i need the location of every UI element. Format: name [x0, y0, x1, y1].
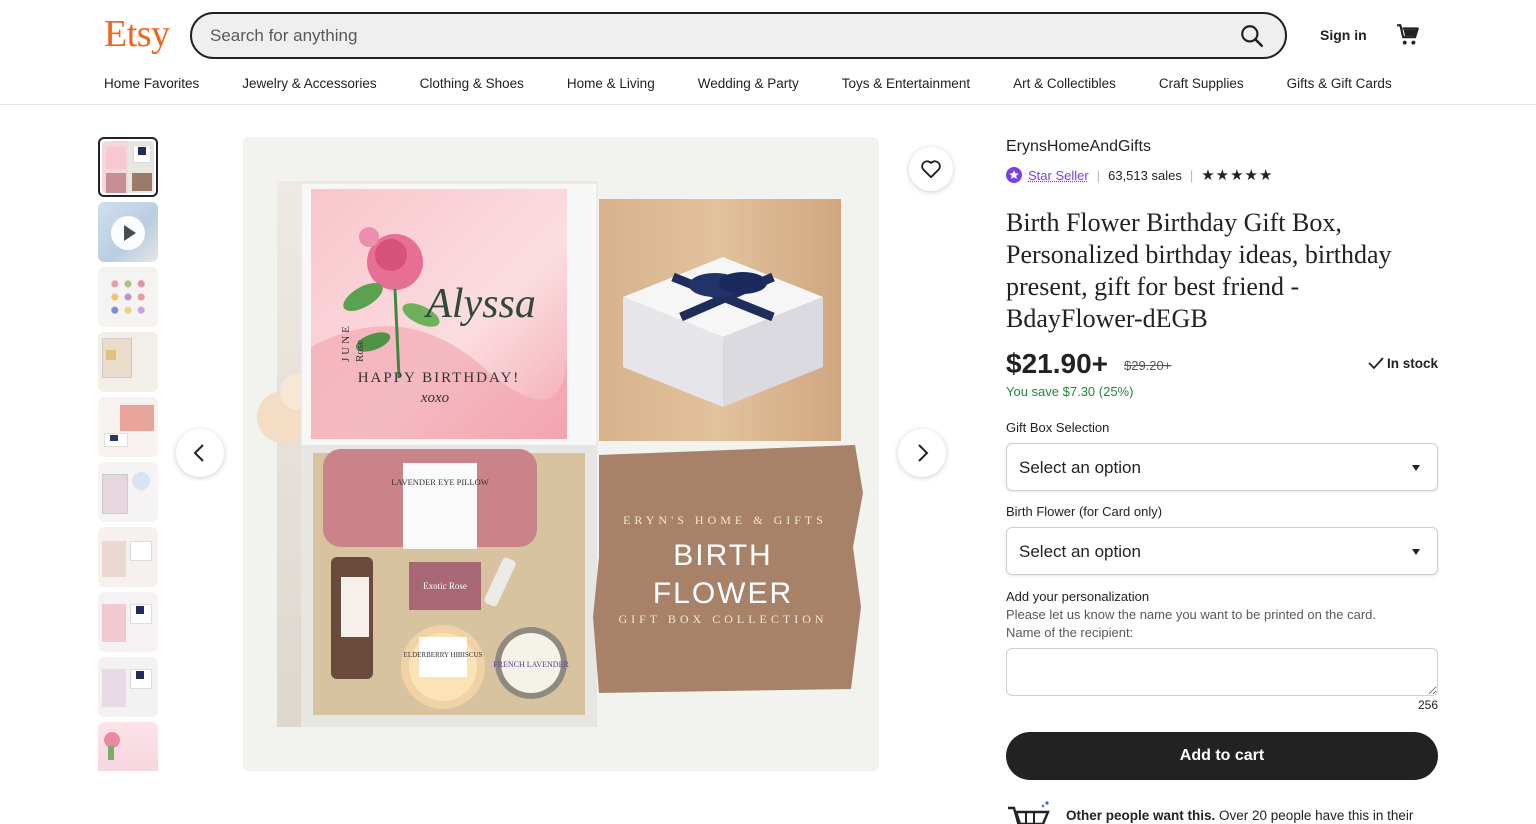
nav-gifts-gift-cards[interactable]: Gifts & Gift Cards [1287, 76, 1392, 96]
soap-label-text: Exotic Rose [423, 581, 467, 591]
gift-box-select-value: Select an option [1019, 458, 1141, 477]
listing-details: ErynsHomeAndGifts Star Seller | 63,513 s… [1006, 138, 1438, 824]
option1-label: Gift Box Selection [1006, 420, 1110, 435]
cart-icon[interactable] [1395, 22, 1421, 48]
etsy-logo[interactable]: Etsy [104, 12, 170, 56]
nav-home-living[interactable]: Home & Living [567, 76, 655, 96]
star-seller-badge-icon [1006, 167, 1022, 183]
headline-flower-text: FLOWER [653, 577, 793, 610]
chevron-left-icon [193, 444, 204, 462]
stock-text: In stock [1386, 356, 1438, 371]
thumbnail-8[interactable] [98, 592, 158, 652]
star-seller-link[interactable]: Star Seller [1028, 168, 1089, 183]
main-listing-image: Alyssa JUNE Rose HAPPY BIRTHDAY! xoxo LA… [243, 137, 879, 771]
birth-flower-select-value: Select an option [1019, 542, 1141, 561]
thumbnail-4[interactable] [98, 332, 158, 392]
demand-notice: Other people want this. Over 20 people h… [1066, 808, 1413, 823]
birth-flower-select[interactable]: Select an option [1006, 527, 1438, 575]
card-flower-text: Rose [354, 340, 366, 362]
search-icon[interactable] [1239, 23, 1265, 49]
favorite-button[interactable] [909, 147, 953, 191]
prev-image-button[interactable] [176, 429, 224, 477]
nav-home-favorites[interactable]: Home Favorites [104, 76, 199, 96]
thumbnail-10[interactable] [98, 722, 158, 771]
caret-down-icon [1412, 549, 1420, 555]
brand-line-text: ERYN'S HOME & GIFTS [623, 513, 827, 527]
stock-status: In stock [1367, 356, 1438, 371]
product-photo: Alyssa JUNE Rose HAPPY BIRTHDAY! xoxo LA… [243, 137, 879, 771]
character-count: 256 [1417, 698, 1438, 712]
personalization-label: Add your personalization [1006, 589, 1150, 604]
shopping-basket-icon [1008, 801, 1050, 824]
option2-label: Birth Flower (for Card only) [1006, 504, 1163, 519]
chevron-right-icon [918, 444, 929, 462]
site-header: Etsy Sign in Home Favorites Jewelry & Ac… [0, 0, 1536, 105]
card-sign-text: xoxo [420, 390, 450, 406]
thumbnail-6[interactable] [98, 462, 158, 522]
divider: | [1096, 167, 1101, 183]
demand-notice-bold: Other people want this. [1066, 808, 1216, 823]
divider: | [1189, 167, 1194, 183]
category-nav: Home Favorites Jewelry & Accessories Clo… [104, 76, 1392, 96]
search-input[interactable] [210, 24, 1210, 48]
nav-wedding-party[interactable]: Wedding & Party [698, 76, 799, 96]
add-to-cart-button[interactable]: Add to cart [1006, 732, 1438, 780]
card-month-text: JUNE [340, 323, 352, 362]
thumbnail-video[interactable] [98, 202, 158, 262]
personalization-input[interactable] [1006, 648, 1438, 696]
current-price: $21.90+ [1006, 348, 1108, 379]
thumbnail-9[interactable] [98, 657, 158, 717]
nav-toys-entertainment[interactable]: Toys & Entertainment [842, 76, 970, 96]
savings-text: You save $7.30 (25%) [1006, 384, 1134, 399]
listing-title: Birth Flower Birthday Gift Box, Personal… [1006, 208, 1392, 333]
caret-down-icon [1412, 465, 1420, 471]
original-price: $29.20+ [1124, 358, 1172, 373]
candle-label-text: ELDERBERRY HIBISCUS [404, 651, 483, 659]
card-name-text: Alyssa [423, 281, 536, 327]
play-icon [111, 216, 145, 250]
thumbnail-strip [98, 137, 158, 771]
nav-craft-supplies[interactable]: Craft Supplies [1159, 76, 1244, 96]
thumbnail-5[interactable] [98, 397, 158, 457]
nav-jewelry-accessories[interactable]: Jewelry & Accessories [242, 76, 376, 96]
thumbnail-1[interactable] [98, 137, 158, 197]
personalization-hint: Please let us know the name you want to … [1006, 607, 1377, 622]
sales-count: 63,513 sales [1108, 167, 1182, 183]
nav-art-collectibles[interactable]: Art & Collectibles [1013, 76, 1116, 96]
headline-birth-text: BIRTH [673, 539, 772, 572]
rating-stars[interactable]: ★★★★★ [1201, 166, 1273, 184]
demand-notice-rest: Over 20 people have this in their [1215, 808, 1414, 823]
personalization-hint-2: Name of the recipient: [1006, 625, 1134, 640]
shop-name-link[interactable]: ErynsHomeAndGifts [1006, 138, 1438, 156]
heart-icon [921, 160, 941, 179]
nav-clothing-shoes[interactable]: Clothing & Shoes [420, 76, 524, 96]
tin-label-text: FRENCH LAVENDER [493, 660, 569, 669]
subline-text: GIFT BOX COLLECTION [618, 612, 827, 626]
sign-in-link[interactable]: Sign in [1320, 27, 1367, 43]
pillow-label-text: LAVENDER EYE PILLOW [391, 477, 489, 487]
card-greeting-text: HAPPY BIRTHDAY! [358, 370, 521, 386]
thumbnail-3[interactable] [98, 267, 158, 327]
search-bar [190, 12, 1287, 59]
checkmark-icon [1368, 357, 1384, 370]
thumbnail-7[interactable] [98, 527, 158, 587]
seller-meta: Star Seller | 63,513 sales | ★★★★★ [1006, 165, 1273, 185]
gift-box-select[interactable]: Select an option [1006, 443, 1438, 491]
next-image-button[interactable] [898, 429, 946, 477]
